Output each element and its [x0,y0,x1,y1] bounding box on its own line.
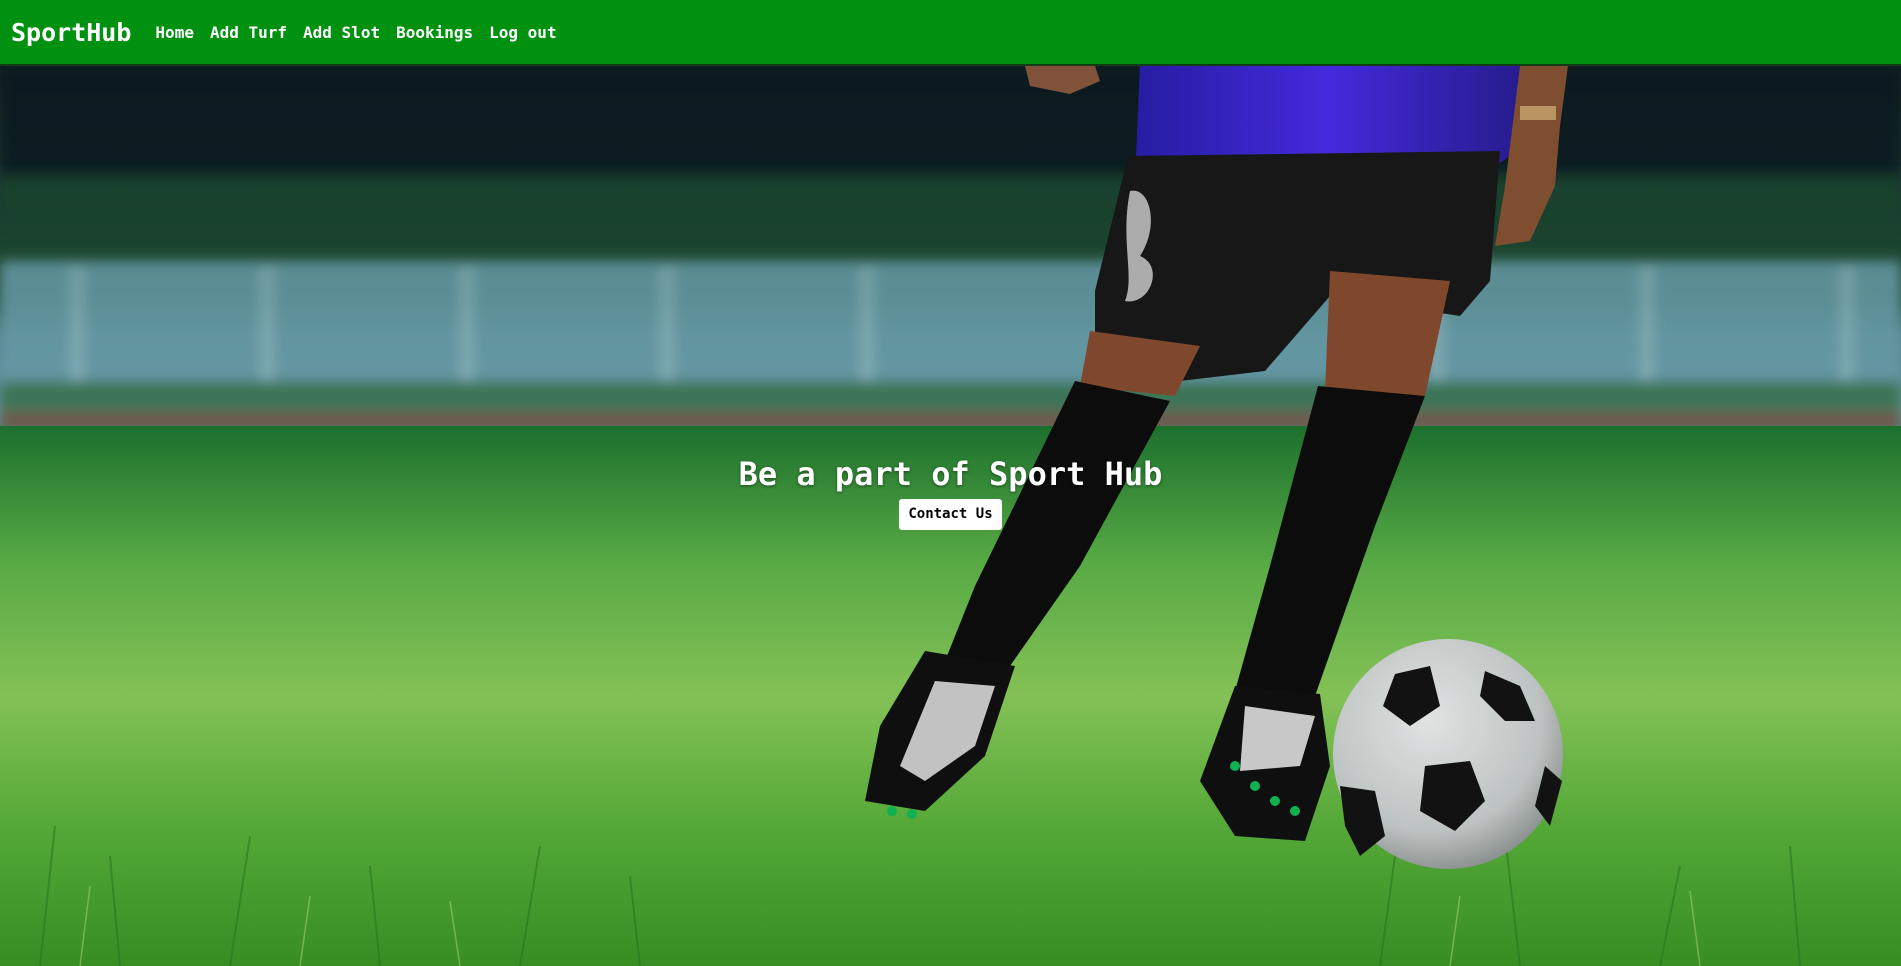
contact-us-button[interactable]: Contact Us [899,499,1002,530]
nav-link-home[interactable]: Home [155,23,194,42]
hero-title: Be a part of Sport Hub [738,455,1163,493]
nav-link-log-out[interactable]: Log out [489,23,556,42]
hero-section: Be a part of Sport Hub Contact Us [0,66,1901,966]
nav-links: Home Add Turf Add Slot Bookings Log out [155,23,572,42]
nav-link-add-slot[interactable]: Add Slot [303,23,380,42]
top-navbar: SportHub Home Add Turf Add Slot Bookings… [0,0,1901,65]
hero-content: Be a part of Sport Hub Contact Us [0,454,1901,530]
nav-link-bookings[interactable]: Bookings [396,23,473,42]
brand-logo-link[interactable]: SportHub [11,18,131,47]
nav-link-add-turf[interactable]: Add Turf [210,23,287,42]
